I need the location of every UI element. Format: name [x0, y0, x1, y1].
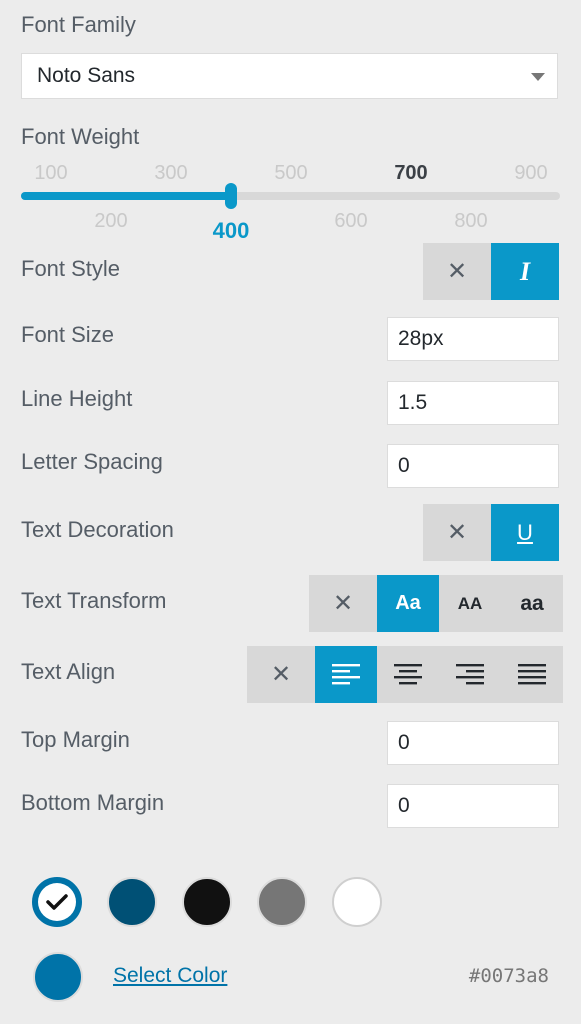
close-icon[interactable]: ✕ — [423, 243, 491, 300]
weight-tick-400[interactable]: 400 — [201, 218, 261, 244]
chevron-down-icon — [531, 73, 545, 81]
font-family-select[interactable]: Noto Sans — [21, 53, 558, 99]
checkmark-icon — [38, 883, 76, 921]
text-align-toggle: ✕ — [247, 646, 563, 703]
close-icon[interactable]: ✕ — [423, 504, 491, 561]
align-left-icon[interactable] — [315, 646, 377, 703]
font-weight-label: Font Weight — [21, 124, 140, 149]
line-height-label: Line Height — [21, 386, 133, 411]
font-style-toggle: ✕ I — [423, 243, 559, 300]
text-transform-toggle: ✕ Aa AA aa — [309, 575, 563, 632]
letter-spacing-input[interactable]: 0 — [387, 444, 559, 488]
weight-tick-800[interactable]: 800 — [441, 210, 501, 233]
bottom-margin-label: Bottom Margin — [21, 790, 165, 815]
font-style-label: Font Style — [21, 256, 121, 281]
align-justify-icon[interactable] — [501, 646, 563, 703]
top-margin-input[interactable]: 0 — [387, 721, 559, 765]
letter-spacing-label: Letter Spacing — [21, 449, 163, 474]
color-hex-value: #0073a8 — [468, 965, 549, 987]
select-color-link[interactable]: Select Color — [113, 964, 227, 988]
text-decoration-toggle: ✕ U — [423, 504, 559, 561]
weight-slider-fill — [21, 192, 231, 200]
capitalize-option[interactable]: Aa — [377, 575, 439, 632]
weight-tick-300[interactable]: 300 — [141, 162, 201, 185]
weight-tick-600[interactable]: 600 — [321, 210, 381, 233]
line-height-input[interactable]: 1.5 — [387, 381, 559, 425]
font-family-value: Noto Sans — [37, 64, 136, 87]
font-size-label: Font Size — [21, 322, 114, 347]
text-align-label: Text Align — [21, 659, 116, 684]
color-swatch-selected[interactable] — [32, 877, 82, 927]
close-icon[interactable]: ✕ — [309, 575, 377, 632]
weight-tick-200[interactable]: 200 — [81, 210, 141, 233]
close-icon[interactable]: ✕ — [247, 646, 315, 703]
font-family-label: Font Family — [21, 12, 136, 37]
weight-tick-700[interactable]: 700 — [381, 162, 441, 185]
text-decoration-label: Text Decoration — [21, 517, 174, 542]
weight-tick-900[interactable]: 900 — [501, 162, 561, 185]
color-swatch-white[interactable] — [332, 877, 382, 927]
align-right-icon[interactable] — [439, 646, 501, 703]
font-size-input[interactable]: 28px — [387, 317, 559, 361]
weight-tick-100[interactable]: 100 — [21, 162, 81, 185]
underline-icon[interactable]: U — [491, 504, 559, 561]
color-swatch-dark-blue[interactable] — [107, 877, 157, 927]
color-swatch-gray[interactable] — [257, 877, 307, 927]
lowercase-option[interactable]: aa — [501, 575, 563, 632]
italic-icon[interactable]: I — [491, 243, 559, 300]
current-color-swatch[interactable] — [33, 952, 83, 1002]
color-swatch-black[interactable] — [182, 877, 232, 927]
weight-tick-500[interactable]: 500 — [261, 162, 321, 185]
uppercase-option[interactable]: AA — [439, 575, 501, 632]
top-margin-label: Top Margin — [21, 727, 130, 752]
align-center-icon[interactable] — [377, 646, 439, 703]
weight-slider-thumb[interactable] — [225, 183, 237, 209]
bottom-margin-input[interactable]: 0 — [387, 784, 559, 828]
text-transform-label: Text Transform — [21, 588, 167, 613]
